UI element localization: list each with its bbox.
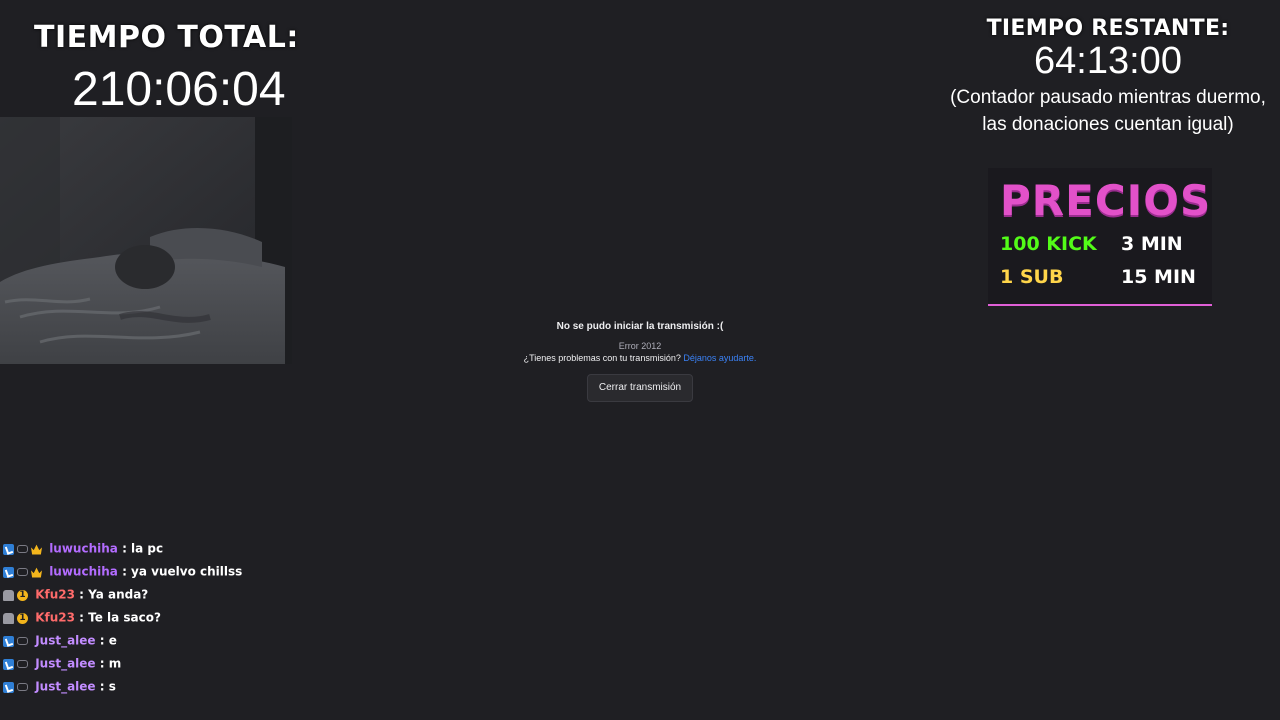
error-code: Error 2012 xyxy=(618,341,662,351)
link-icon xyxy=(17,637,28,645)
crown-icon xyxy=(31,544,42,555)
chat-username: Just_alee xyxy=(35,656,96,671)
remaining-note-line2: las donaciones cuentan igual) xyxy=(982,114,1234,135)
chat-text: la pc xyxy=(131,541,164,556)
remaining-time-note: (Contador pausado mientras duermo, las d… xyxy=(930,84,1280,138)
chat-message: Just_alee : s xyxy=(3,676,116,696)
chat-message: 1 Kfu23 : Ya anda? xyxy=(3,584,148,604)
remaining-time-panel: TIEMPO RESTANTE: 64:13:00 (Contador paus… xyxy=(930,14,1280,138)
price-time: 3 MIN xyxy=(1121,233,1183,255)
stream-error-dialog: No se pudo iniciar la transmisión :( Err… xyxy=(440,320,840,402)
chat-message: luwuchiha : la pc xyxy=(3,538,163,558)
help-link[interactable]: Déjanos ayudarte. xyxy=(683,353,756,363)
chat-text: m xyxy=(108,656,122,671)
chat-message: 1 Kfu23 : Te la saco? xyxy=(3,607,161,627)
chat-username: Kfu23 xyxy=(35,587,75,602)
total-time-title: TIEMPO TOTAL: xyxy=(34,20,299,55)
price-row: 100 KICK 3 MIN xyxy=(1000,233,1206,259)
price-time: 15 MIN xyxy=(1121,266,1196,288)
error-help: ¿Tienes problemas con tu transmisión? Dé… xyxy=(440,352,840,364)
price-row: 1 SUB 15 MIN xyxy=(1000,266,1206,292)
prime-icon xyxy=(3,543,14,555)
chat-message: Just_alee : m xyxy=(3,653,121,673)
chat-text: ya vuelvo chillss xyxy=(131,564,243,579)
prime-icon xyxy=(3,635,14,647)
bot-icon xyxy=(3,612,14,624)
prime-icon xyxy=(3,566,14,578)
remaining-note-line1: (Contador pausado mientras duermo, xyxy=(950,87,1266,108)
link-icon xyxy=(17,660,28,668)
chat-message: Just_alee : e xyxy=(3,630,117,650)
crown-icon xyxy=(31,567,42,578)
close-stream-button[interactable]: Cerrar transmisión xyxy=(586,374,694,402)
total-time-value: 210:06:04 xyxy=(72,63,286,116)
chat-text: Te la saco? xyxy=(88,610,161,625)
bot-icon xyxy=(3,589,14,601)
one-month-icon: 1 xyxy=(17,612,28,624)
prime-icon xyxy=(3,658,14,670)
prime-icon xyxy=(3,681,14,693)
chat-text: Ya anda? xyxy=(88,587,149,602)
prices-panel: PRECIOS 100 KICK 3 MIN 1 SUB 15 MIN xyxy=(988,168,1212,306)
price-amount: 100 KICK xyxy=(1000,233,1097,255)
chat-message: luwuchiha : ya vuelvo chillss xyxy=(3,561,242,581)
error-help-text: ¿Tienes problemas con tu transmisión? xyxy=(523,353,681,363)
remaining-time-value: 64:13:00 xyxy=(1034,40,1182,82)
link-icon xyxy=(17,545,28,553)
chat-username: luwuchiha xyxy=(49,564,118,579)
link-icon xyxy=(17,683,28,691)
webcam-feed xyxy=(0,117,292,364)
chat-overlay: luwuchiha : la pc luwuchiha : ya vuelvo … xyxy=(0,537,400,707)
price-amount: 1 SUB xyxy=(1000,266,1064,288)
chat-username: Just_alee xyxy=(35,679,96,694)
stream-player: TIEMPO TOTAL: 210:06:04 TIEMPO RESTANTE:… xyxy=(0,0,1280,720)
link-icon xyxy=(17,568,28,576)
chat-username: luwuchiha xyxy=(49,541,118,556)
chat-username: Just_alee xyxy=(35,633,96,648)
prices-title: PRECIOS xyxy=(1000,176,1212,225)
one-month-icon: 1 xyxy=(17,589,28,601)
chat-text: e xyxy=(108,633,117,648)
chat-username: Kfu23 xyxy=(35,610,75,625)
error-title: No se pudo iniciar la transmisión :( xyxy=(556,321,724,332)
chat-text: s xyxy=(108,679,116,694)
